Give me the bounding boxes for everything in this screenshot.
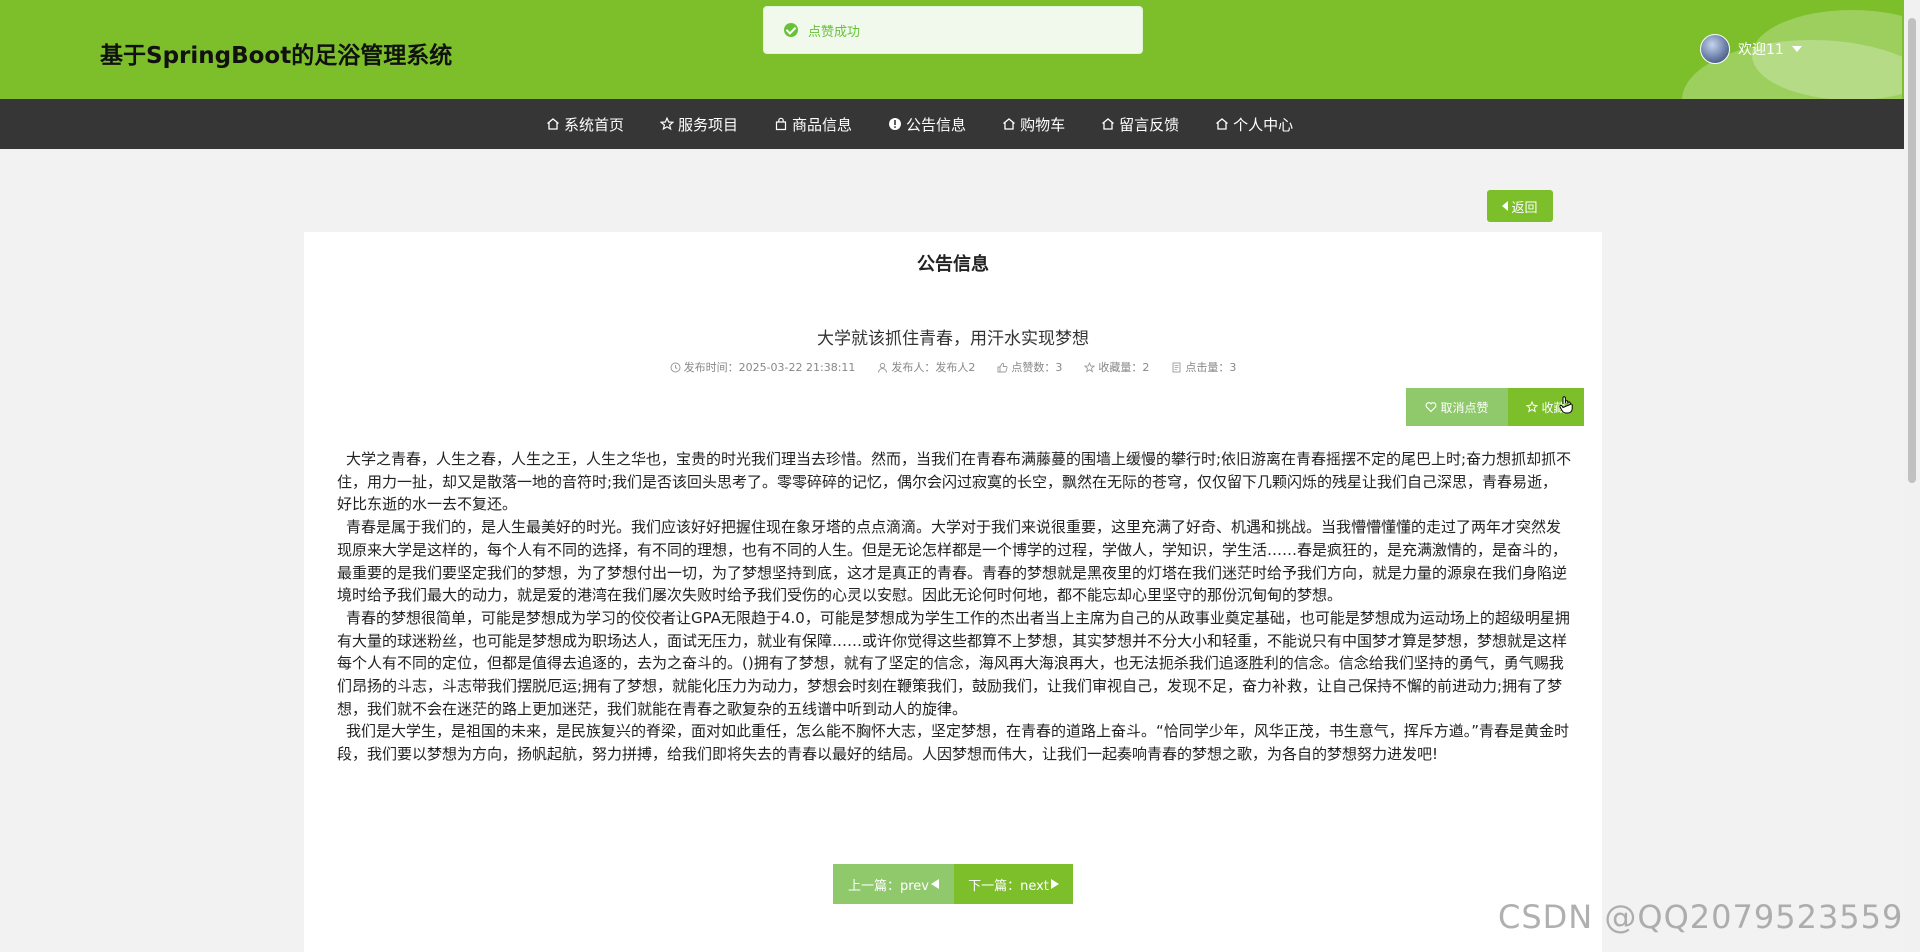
success-toast: 点赞成功 xyxy=(763,6,1143,54)
nav-label: 个人中心 xyxy=(1233,115,1294,134)
thumb-up-icon xyxy=(997,362,1008,373)
action-buttons: 取消点赞 收藏 xyxy=(1406,388,1584,426)
nav-label: 系统首页 xyxy=(564,115,625,134)
meta-favorites-text: 收藏量：2 xyxy=(1098,361,1150,374)
back-label: 返回 xyxy=(1511,200,1538,216)
article-title: 大学就该抓住青春，用汗水实现梦想 xyxy=(817,329,1089,349)
nav-label: 服务项目 xyxy=(678,115,739,134)
announcement-detail-card: 公告信息 大学就该抓住青春，用汗水实现梦想 发布时间：2025-03-22 21… xyxy=(304,232,1602,952)
user-name: 欢迎11 xyxy=(1738,42,1784,58)
user-icon xyxy=(877,362,888,373)
meta-favorites: 收藏量：2 xyxy=(1084,359,1149,375)
site-title: 基于SpringBoot的足浴管理系统 xyxy=(100,43,453,69)
main-nav: 系统首页 服务项目 商品信息 公告信息 购物车 留言反馈 个人中心 xyxy=(0,99,1920,149)
caret-left-icon xyxy=(1502,201,1509,211)
next-article-button[interactable]: 下一篇：next xyxy=(954,864,1073,904)
prev-label: 上一篇：prev xyxy=(847,878,929,894)
meta-clicks: 点击量：3 xyxy=(1171,359,1236,375)
watermark: CSDN @QQ2079523559 xyxy=(1498,898,1904,936)
scrollbar-thumb[interactable] xyxy=(1908,18,1916,483)
nav-item-announcements[interactable]: 公告信息 xyxy=(888,114,966,135)
nav-label: 商品信息 xyxy=(792,115,853,134)
star-icon xyxy=(1084,361,1096,373)
next-label: 下一篇：next xyxy=(968,878,1049,894)
info-icon xyxy=(888,117,902,131)
article-content: 大学之青春，人生之春，人生之王，人生之华也，宝贵的时光我们理当去珍惜。然而，当我… xyxy=(337,448,1572,766)
meta-publish-time: 发布时间：2025-03-22 21:38:11 xyxy=(670,359,856,375)
user-menu[interactable]: 欢迎11 xyxy=(1700,33,1802,65)
article-paragraph: 青春是属于我们的，是人生最美好的时光。我们应该好好把握住现在象牙塔的点点滴滴。大… xyxy=(337,518,1568,605)
article-pager: 上一篇：prev 下一篇：next xyxy=(833,864,1073,904)
prev-article-button[interactable]: 上一篇：prev xyxy=(833,864,954,904)
meta-publisher-text: 发布人：发布人2 xyxy=(891,361,976,374)
nav-label: 购物车 xyxy=(1020,115,1066,134)
article-paragraph: 青春的梦想很简单，可能是梦想成为学习的佼佼者让GPA无限趋于4.0，可能是梦想成… xyxy=(337,608,1570,718)
nav-item-home[interactable]: 系统首页 xyxy=(546,114,624,135)
home-icon xyxy=(1002,117,1016,131)
meta-clicks-text: 点击量：3 xyxy=(1185,361,1237,374)
nav-item-products[interactable]: 商品信息 xyxy=(774,114,852,135)
cancel-like-label: 取消点赞 xyxy=(1440,400,1489,415)
star-icon xyxy=(660,117,675,131)
hand-cursor-icon xyxy=(1559,396,1573,414)
meta-likes: 点赞数：3 xyxy=(997,359,1062,375)
toast-message: 点赞成功 xyxy=(808,24,861,40)
article-paragraph: 大学之青春，人生之春，人生之王，人生之华也，宝贵的时光我们理当去珍惜。然而，当我… xyxy=(337,450,1572,514)
home-icon xyxy=(1101,117,1115,131)
cancel-like-button[interactable]: 取消点赞 xyxy=(1406,388,1508,426)
caret-down-icon xyxy=(1791,46,1802,52)
document-icon xyxy=(1171,362,1182,373)
heart-icon xyxy=(1425,401,1437,413)
triangle-right-icon xyxy=(1050,879,1059,889)
nav-item-profile[interactable]: 个人中心 xyxy=(1215,114,1293,135)
check-circle-icon xyxy=(784,23,798,37)
bag-icon xyxy=(774,117,788,131)
back-button[interactable]: 返回 xyxy=(1487,190,1553,222)
meta-likes-text: 点赞数：3 xyxy=(1011,361,1063,374)
home-icon xyxy=(1215,117,1229,131)
nav-label: 公告信息 xyxy=(906,115,967,134)
meta-publish-time-text: 发布时间：2025-03-22 21:38:11 xyxy=(683,361,856,374)
nav-label: 留言反馈 xyxy=(1119,115,1180,134)
star-icon xyxy=(1526,401,1539,413)
article-paragraph: 我们是大学生，是祖国的未来，是民族复兴的脊梁，面对如此重任，怎么能不胸怀大志，坚… xyxy=(337,722,1570,764)
nav-item-cart[interactable]: 购物车 xyxy=(1002,114,1065,135)
nav-item-feedback[interactable]: 留言反馈 xyxy=(1101,114,1179,135)
clock-icon xyxy=(670,362,681,373)
home-icon xyxy=(546,117,560,131)
article-meta: 发布时间：2025-03-22 21:38:11 发布人：发布人2 点赞数：3 … xyxy=(304,359,1602,375)
meta-publisher: 发布人：发布人2 xyxy=(877,359,975,375)
triangle-left-icon xyxy=(931,879,939,889)
avatar xyxy=(1700,34,1730,64)
section-title: 公告信息 xyxy=(917,254,989,275)
nav-item-services[interactable]: 服务项目 xyxy=(660,114,738,135)
page-scrollbar[interactable] xyxy=(1904,0,1920,952)
